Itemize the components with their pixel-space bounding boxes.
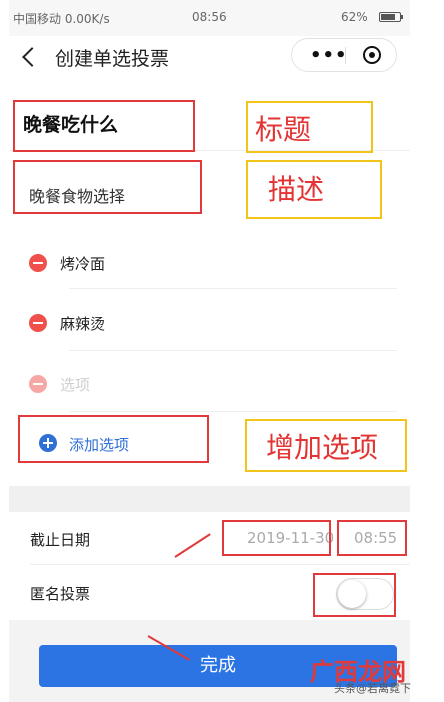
battery-icon [379,12,403,22]
watermark-caption: 头条@若离霓下 [334,682,411,695]
toggle-highlight-box [313,573,396,617]
close-target-icon[interactable] [363,46,381,64]
title-highlight-box [13,100,195,152]
option-item: 烤冷面 [29,244,409,284]
add-option-highlight-box [18,415,209,463]
section-separator [9,486,410,512]
remove-option-icon[interactable] [29,375,47,393]
battery-percent: 62% [341,10,368,24]
deadline-label: 截止日期 [30,531,91,549]
divider [69,411,397,412]
add-option-annotation: 增加选项 [266,431,379,464]
miniprogram-capsule: ••• [291,38,397,72]
carrier-network-speed: 中国移动 0.00K/s [13,12,110,26]
back-arrow-icon[interactable] [22,47,42,67]
date-highlight-box [222,520,331,556]
option-placeholder[interactable]: 选项 [60,374,90,395]
divider [30,564,410,565]
option-input[interactable]: 麻辣烫 [60,313,105,334]
nav-bar: 创建单选投票 ••• [9,36,410,80]
title-annotation: 标题 [255,113,312,146]
status-bar: 中国移动 0.00K/s 08:56 62% [9,0,410,36]
remove-option-icon[interactable] [29,314,47,332]
anonymous-label: 匿名投票 [30,585,91,603]
description-highlight-box [13,160,202,214]
option-item: 麻辣烫 [29,304,409,344]
page-title: 创建单选投票 [55,48,170,70]
option-input[interactable]: 烤冷面 [60,253,105,274]
divider [69,350,397,351]
time-highlight-box [337,520,407,556]
status-time: 08:56 [192,10,227,24]
more-icon[interactable]: ••• [310,45,348,66]
watermark: 广西龙网 头条@若离霓下 [310,652,440,698]
description-annotation: 描述 [268,173,325,206]
option-item-empty: 选项 [29,365,409,405]
divider [69,288,397,289]
screenshot: 中国移动 0.00K/s 08:56 62% 创建单选投票 ••• 晚餐吃什么 … [0,0,444,702]
remove-option-icon[interactable] [29,254,47,272]
capsule-divider [345,47,346,64]
